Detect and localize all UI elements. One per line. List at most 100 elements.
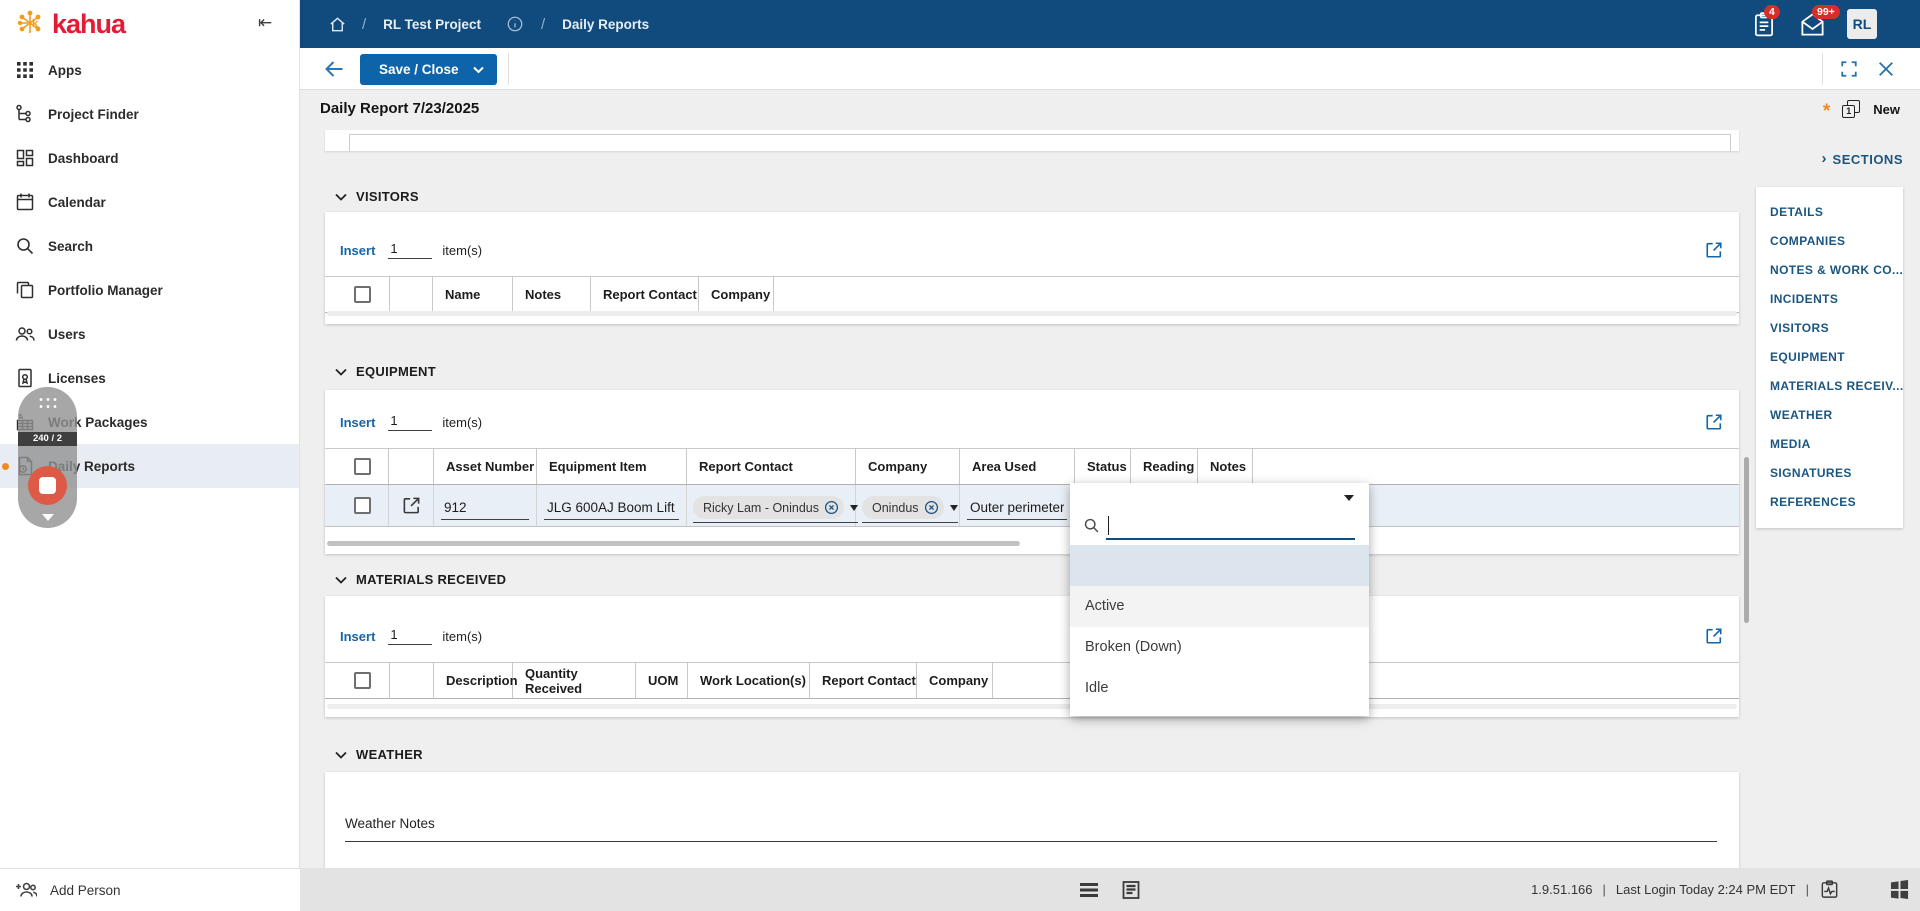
area-used-input[interactable] [967,499,1067,520]
status-search-input[interactable] [1106,510,1355,540]
section-collapse-chevron-icon[interactable] [335,751,347,759]
sidebar-item-users[interactable]: Users [0,312,299,356]
remove-chip-icon[interactable] [824,500,839,515]
equipment-item-input[interactable] [544,499,679,520]
sections-link-weather[interactable]: WEATHER [1756,401,1903,430]
insert-link[interactable]: Insert [340,415,375,430]
row-actions-header [389,449,434,484]
activity-clipboard-icon[interactable] [1819,879,1840,900]
detail-view-icon[interactable] [1121,880,1141,900]
breadcrumb-app[interactable]: Daily Reports [562,17,649,32]
chevron-down-icon[interactable] [41,514,54,521]
remove-chip-icon[interactable] [924,500,939,515]
select-all-checkbox[interactable] [354,672,371,689]
section-collapse-chevron-icon[interactable] [335,368,347,376]
windows-logo-icon[interactable] [1890,880,1909,899]
insert-count-input[interactable] [388,413,433,431]
home-icon[interactable] [328,15,347,34]
section-header-equipment[interactable]: EQUIPMENT [335,364,436,379]
status-dropdown-caret-icon[interactable] [1344,495,1354,501]
sidebar-item-label: Licenses [48,370,106,386]
sections-link-companies[interactable]: COMPANIES [1756,227,1903,256]
fullscreen-icon[interactable] [1840,60,1858,78]
drag-handle-dots-icon[interactable] [37,396,58,409]
contact-chip[interactable]: Ricky Lam - Onindus [693,496,845,519]
open-in-new-window-icon[interactable] [1705,241,1723,259]
copies-count: 1 [1842,104,1856,118]
sidebar-item-dashboard[interactable]: Dashboard [0,136,299,180]
company-cell: Onindus [856,485,960,526]
sections-link-signatures[interactable]: SIGNATURES [1756,459,1903,488]
equipment-insert-row: Insert item(s) [325,408,1739,436]
separator: | [1805,882,1809,897]
contact-chip-label: Ricky Lam - Onindus [703,500,820,515]
save-close-button[interactable]: Save / Close [360,54,497,85]
back-arrow-button[interactable] [322,57,346,81]
section-header-weather[interactable]: WEATHER [335,747,423,762]
sidebar-item-search[interactable]: Search [0,224,299,268]
insert-count-input[interactable] [388,627,433,645]
sections-link-materials[interactable]: MATERIALS RECEIV... [1756,372,1903,401]
collapse-sidebar-icon[interactable]: ⇤ [258,13,272,33]
column-header: Work Location(s) [688,663,810,698]
info-icon[interactable] [506,15,524,33]
asset-number-input[interactable] [441,499,529,520]
status-option-blank[interactable] [1070,545,1369,586]
list-view-icon[interactable] [1079,882,1099,898]
status-bar: 1.9.51.166 | Last Login Today 2:24 PM ED… [300,868,1920,911]
section-header-visitors[interactable]: VISITORS [335,189,419,204]
add-person-icon [16,882,37,897]
user-avatar[interactable]: RL [1847,9,1877,39]
contact-picker[interactable]: Ricky Lam - Onindus [693,496,859,523]
kahua-wordmark[interactable]: kahua [52,9,126,40]
section-title: VISITORS [356,189,419,204]
stop-recording-button[interactable] [28,466,67,505]
sections-link-notes-work[interactable]: NOTES & WORK CO... [1756,256,1903,285]
toolbar-divider [508,53,509,85]
add-person-button[interactable]: Add Person [50,883,121,898]
section-collapse-chevron-icon[interactable] [335,576,347,584]
select-all-checkbox[interactable] [354,458,371,475]
chevron-down-icon[interactable] [473,66,484,74]
status-option[interactable]: Active [1070,586,1369,627]
open-in-new-window-icon[interactable] [1705,627,1723,645]
messages-button[interactable]: 99+ [1799,4,1840,38]
chevron-down-icon[interactable] [949,504,958,511]
sections-link-visitors[interactable]: VISITORS [1756,314,1903,343]
weather-notes-input[interactable] [345,812,1717,842]
horizontal-scrollbar-track[interactable] [327,311,1737,316]
sections-link-incidents[interactable]: INCIDENTS [1756,285,1903,314]
sections-panel-toggle[interactable]: › SECTIONS [1822,150,1903,168]
row-checkbox[interactable] [354,497,371,514]
company-chip[interactable]: Onindus [862,496,944,519]
close-icon[interactable] [1877,60,1895,78]
select-all-checkbox[interactable] [354,286,371,303]
sections-link-references[interactable]: REFERENCES [1756,488,1903,517]
sidebar-item-apps[interactable]: Apps [0,48,299,92]
vertical-scrollbar-thumb[interactable] [1744,457,1749,623]
insert-link[interactable]: Insert [340,629,375,644]
section-collapse-chevron-icon[interactable] [335,193,347,201]
insert-link[interactable]: Insert [340,243,375,258]
sidebar-item-project-finder[interactable]: Project Finder [0,92,299,136]
open-in-new-window-icon[interactable] [1705,413,1723,431]
horizontal-scrollbar-track[interactable] [327,704,1737,709]
messages-badge: 99+ [1812,4,1840,19]
select-all-cell [325,449,389,484]
sidebar-item-calendar[interactable]: Calendar [0,180,299,224]
horizontal-scrollbar-thumb[interactable] [327,541,1020,546]
column-header: UOM [636,663,688,698]
status-option[interactable]: Idle [1070,668,1369,709]
section-header-materials-received[interactable]: MATERIALS RECEIVED [335,572,506,587]
insert-count-input[interactable] [388,241,433,259]
sections-link-details[interactable]: DETAILS [1756,198,1903,227]
sidebar-item-portfolio-manager[interactable]: Portfolio Manager [0,268,299,312]
breadcrumb-project[interactable]: RL Test Project [383,17,481,32]
status-option[interactable]: Broken (Down) [1070,627,1369,668]
sections-link-equipment[interactable]: EQUIPMENT [1756,343,1903,372]
sections-link-media[interactable]: MEDIA [1756,430,1903,459]
tasks-button[interactable]: 4 [1751,4,1780,38]
asset-number-cell [434,485,537,526]
open-record-icon[interactable] [402,496,421,515]
company-picker[interactable]: Onindus [862,496,958,523]
